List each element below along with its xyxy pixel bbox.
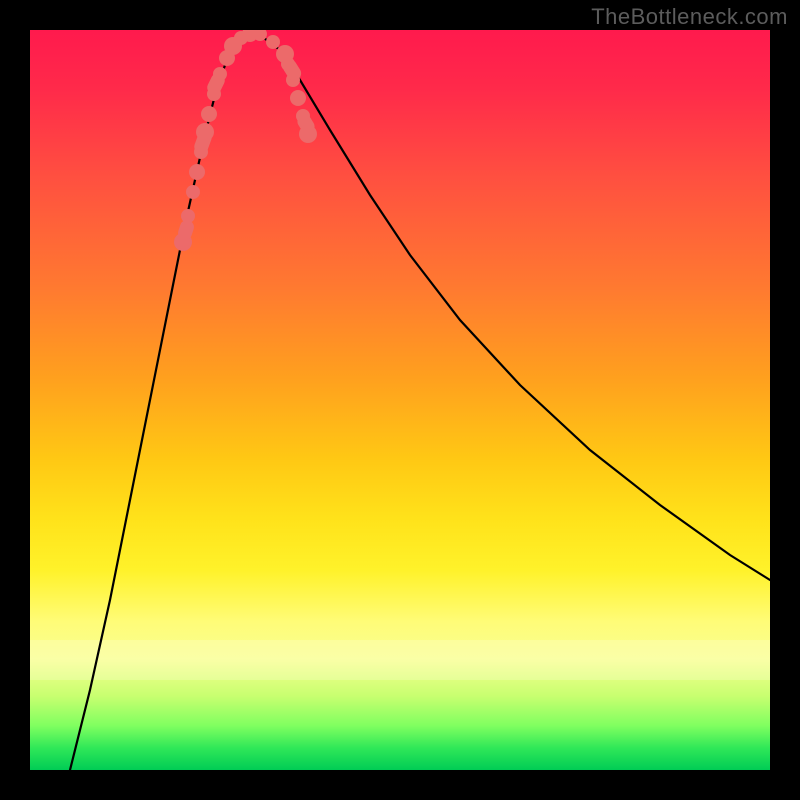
- data-point: [189, 164, 205, 180]
- data-point: [186, 185, 200, 199]
- marker-layer: [174, 30, 317, 251]
- watermark-text: TheBottleneck.com: [591, 4, 788, 30]
- data-point: [201, 106, 217, 122]
- data-point: [266, 35, 280, 49]
- bottleneck-curve: [70, 35, 770, 770]
- plot-area: [30, 30, 770, 770]
- chart-svg: [30, 30, 770, 770]
- data-point: [290, 90, 306, 106]
